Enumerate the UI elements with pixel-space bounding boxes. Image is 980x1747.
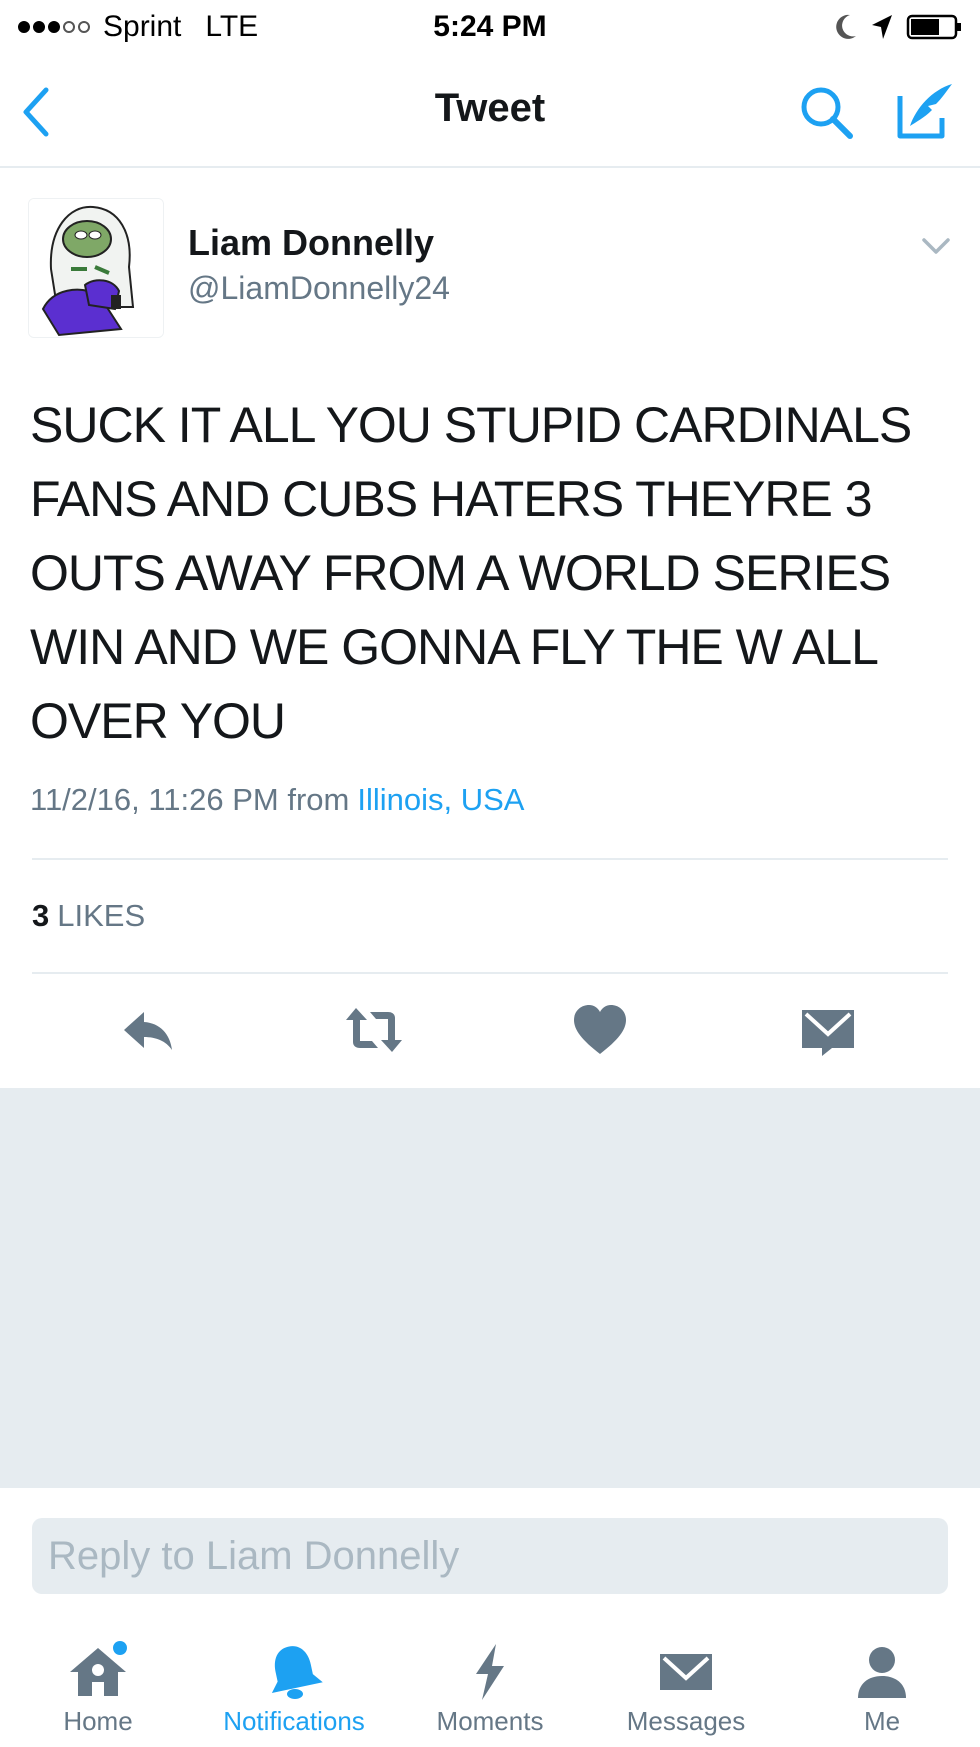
tab-label: Moments xyxy=(436,1706,544,1736)
reply-box[interactable] xyxy=(32,1518,948,1594)
likes-label: LIKES xyxy=(57,898,146,933)
tab-moments[interactable]: Moments xyxy=(392,1630,588,1747)
divider xyxy=(32,972,948,974)
avatar[interactable] xyxy=(28,198,164,338)
avatar-image xyxy=(29,199,163,337)
likes-count: 3 xyxy=(32,898,50,933)
tweet-meta: 11/2/16, 11:26 PM from Illinois, USA xyxy=(30,782,524,818)
likes-summary[interactable]: 3 LIKES xyxy=(32,898,145,934)
tweet-timestamp: 11/2/16, 11:26 PM from xyxy=(30,782,350,817)
tab-label: Me xyxy=(863,1706,901,1736)
chevron-down-icon[interactable] xyxy=(918,228,954,264)
home-icon xyxy=(70,1641,127,1696)
retweet-icon[interactable] xyxy=(344,1000,404,1060)
tweet-location-link[interactable]: Illinois, USA xyxy=(357,782,524,817)
envelope-icon xyxy=(660,1654,712,1690)
battery-icon xyxy=(906,14,961,40)
author-name[interactable]: Liam Donnelly xyxy=(188,222,434,264)
tab-home[interactable]: Home xyxy=(0,1630,196,1747)
reply-icon[interactable] xyxy=(118,1000,178,1060)
tweet-actions xyxy=(0,1000,980,1064)
lightning-icon xyxy=(476,1644,504,1700)
moon-icon xyxy=(836,14,856,39)
tab-label: Home xyxy=(63,1706,133,1736)
compose-icon[interactable] xyxy=(894,78,958,142)
tab-notifications[interactable]: Notifications xyxy=(196,1630,392,1747)
search-icon[interactable] xyxy=(796,82,856,142)
status-right xyxy=(832,12,964,42)
tab-messages[interactable]: Messages xyxy=(588,1630,784,1747)
empty-replies-area xyxy=(0,1088,980,1488)
nav-bar: Tweet xyxy=(0,56,980,168)
divider xyxy=(32,858,948,860)
tweet-text: SUCK IT ALL YOU STUPID CARDINALS FANS AN… xyxy=(30,397,912,749)
tab-bar: Home Notifications Moments Messages Me xyxy=(0,1630,980,1747)
reply-input[interactable] xyxy=(32,1518,948,1594)
status-bar: Sprint LTE 5:24 PM xyxy=(0,0,980,56)
location-arrow-icon xyxy=(872,15,892,39)
author-handle[interactable]: @LiamDonnelly24 xyxy=(188,270,450,307)
person-icon xyxy=(858,1647,906,1698)
heart-icon[interactable] xyxy=(570,1000,630,1060)
tab-label: Messages xyxy=(626,1706,746,1736)
tab-label: Notifications xyxy=(223,1706,365,1736)
bell-icon xyxy=(271,1646,323,1699)
direct-message-icon[interactable] xyxy=(798,1000,858,1060)
tab-me[interactable]: Me xyxy=(784,1630,980,1747)
